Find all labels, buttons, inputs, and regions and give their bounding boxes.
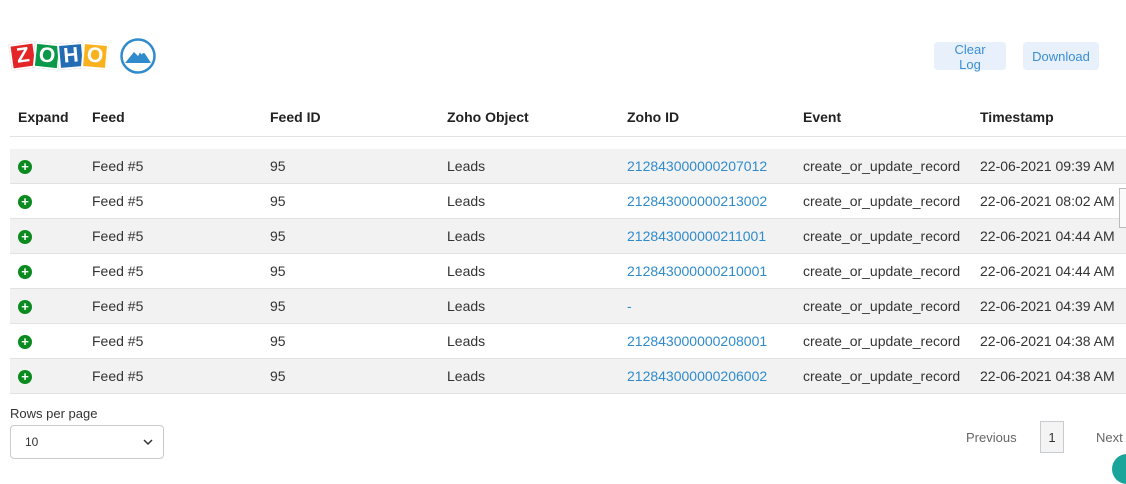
event-cell: create_or_update_record bbox=[803, 183, 980, 219]
previous-button[interactable]: Previous bbox=[966, 430, 1017, 445]
zoho-id-link[interactable]: - bbox=[627, 298, 632, 314]
zoho-id-link[interactable]: 212843000000206002 bbox=[627, 368, 767, 384]
zoho-id-link[interactable]: 212843000000213002 bbox=[627, 193, 767, 209]
plus-circle-icon[interactable]: + bbox=[18, 160, 32, 174]
col-timestamp: Timestamp bbox=[980, 98, 1126, 137]
zoho-id-cell: - bbox=[627, 288, 803, 324]
zoho-id-link[interactable]: 212843000000211001 bbox=[627, 228, 766, 244]
chat-bubble-icon[interactable] bbox=[1112, 454, 1126, 484]
zoho-id-link[interactable]: 212843000000210001 bbox=[627, 263, 767, 279]
next-button[interactable]: Next bbox=[1096, 430, 1123, 445]
table-row: + Feed #5 95 Leads 212843000000211001 cr… bbox=[10, 218, 1126, 254]
feed-cell: Feed #5 bbox=[92, 183, 270, 219]
zoho-logo: Z O H O bbox=[8, 41, 110, 71]
plus-circle-icon[interactable]: + bbox=[18, 195, 32, 209]
col-feed-id: Feed ID bbox=[270, 98, 447, 137]
object-cell: Leads bbox=[447, 288, 627, 324]
col-expand: Expand bbox=[10, 98, 92, 137]
feed-id-cell: 95 bbox=[270, 253, 447, 289]
expand-cell[interactable]: + bbox=[10, 218, 92, 254]
logo-letter-o2: O bbox=[80, 41, 110, 71]
page-1-button[interactable]: 1 bbox=[1040, 421, 1064, 453]
event-cell: create_or_update_record bbox=[803, 218, 980, 254]
expand-cell[interactable]: + bbox=[10, 253, 92, 289]
col-zoho-object: Zoho Object bbox=[447, 98, 627, 137]
object-cell: Leads bbox=[447, 183, 627, 219]
zoho-id-cell: 212843000000208001 bbox=[627, 323, 803, 359]
timestamp-cell: 22-06-2021 08:02 AM bbox=[980, 183, 1126, 219]
table-row: + Feed #5 95 Leads 212843000000208001 cr… bbox=[10, 323, 1126, 359]
chevron-down-icon bbox=[143, 439, 153, 446]
table-row: + Feed #5 95 Leads 212843000000210001 cr… bbox=[10, 253, 1126, 289]
col-feed: Feed bbox=[92, 98, 270, 137]
rows-per-page-select[interactable]: 10 bbox=[10, 425, 164, 459]
plus-circle-icon[interactable]: + bbox=[18, 230, 32, 244]
feed-cell: Feed #5 bbox=[92, 323, 270, 359]
table-header-row: Expand Feed Feed ID Zoho Object Zoho ID … bbox=[10, 98, 1126, 137]
zoho-id-link[interactable]: 212843000000208001 bbox=[627, 333, 767, 349]
timestamp-cell: 22-06-2021 04:44 AM bbox=[980, 218, 1126, 254]
timestamp-cell: 22-06-2021 04:39 AM bbox=[980, 288, 1126, 324]
download-button[interactable]: Download bbox=[1023, 42, 1099, 70]
object-cell: Leads bbox=[447, 218, 627, 254]
col-event: Event bbox=[803, 98, 980, 137]
feed-id-cell: 95 bbox=[270, 323, 447, 359]
object-cell: Leads bbox=[447, 253, 627, 289]
feed-cell: Feed #5 bbox=[92, 358, 270, 394]
feed-id-cell: 95 bbox=[270, 183, 447, 219]
clear-log-button[interactable]: Clear Log bbox=[934, 42, 1006, 72]
object-cell: Leads bbox=[447, 323, 627, 359]
table-row: + Feed #5 95 Leads 212843000000206002 cr… bbox=[10, 358, 1126, 394]
event-cell: create_or_update_record bbox=[803, 149, 980, 184]
table-row: + Feed #5 95 Leads - create_or_update_re… bbox=[10, 288, 1126, 324]
plus-circle-icon[interactable]: + bbox=[18, 265, 32, 279]
object-cell: Leads bbox=[447, 149, 627, 184]
logo-area: Z O H O bbox=[8, 38, 156, 74]
event-cell: create_or_update_record bbox=[803, 323, 980, 359]
plus-circle-icon[interactable]: + bbox=[18, 335, 32, 349]
plus-circle-icon[interactable]: + bbox=[18, 370, 32, 384]
table-spacer bbox=[10, 137, 1126, 150]
feed-cell: Feed #5 bbox=[92, 253, 270, 289]
zoho-id-cell: 212843000000206002 bbox=[627, 358, 803, 394]
expand-cell[interactable]: + bbox=[10, 183, 92, 219]
rows-per-page-label: Rows per page bbox=[10, 406, 98, 421]
zoho-id-cell: 212843000000210001 bbox=[627, 253, 803, 289]
mountain-icon bbox=[120, 38, 156, 74]
feed-id-cell: 95 bbox=[270, 358, 447, 394]
expand-cell[interactable]: + bbox=[10, 323, 92, 359]
feed-id-cell: 95 bbox=[270, 218, 447, 254]
table-row: + Feed #5 95 Leads 212843000000213002 cr… bbox=[10, 183, 1126, 219]
object-cell: Leads bbox=[447, 358, 627, 394]
timestamp-cell: 22-06-2021 04:38 AM bbox=[980, 323, 1126, 359]
feed-id-cell: 95 bbox=[270, 288, 447, 324]
expand-cell[interactable]: + bbox=[10, 358, 92, 394]
log-table: Expand Feed Feed ID Zoho Object Zoho ID … bbox=[10, 98, 1126, 394]
feed-cell: Feed #5 bbox=[92, 218, 270, 254]
col-zoho-id: Zoho ID bbox=[627, 98, 803, 137]
event-cell: create_or_update_record bbox=[803, 288, 980, 324]
plus-circle-icon[interactable]: + bbox=[18, 300, 32, 314]
feed-cell: Feed #5 bbox=[92, 288, 270, 324]
resize-handle[interactable] bbox=[1119, 188, 1126, 228]
zoho-id-link[interactable]: 212843000000207012 bbox=[627, 158, 767, 174]
rows-per-page-value: 10 bbox=[25, 435, 39, 449]
event-cell: create_or_update_record bbox=[803, 358, 980, 394]
timestamp-cell: 22-06-2021 04:44 AM bbox=[980, 253, 1126, 289]
table-row: + Feed #5 95 Leads 212843000000207012 cr… bbox=[10, 149, 1126, 184]
zoho-id-cell: 212843000000213002 bbox=[627, 183, 803, 219]
zoho-id-cell: 212843000000207012 bbox=[627, 149, 803, 184]
event-cell: create_or_update_record bbox=[803, 253, 980, 289]
timestamp-cell: 22-06-2021 04:38 AM bbox=[980, 358, 1126, 394]
feed-cell: Feed #5 bbox=[92, 149, 270, 184]
expand-cell[interactable]: + bbox=[10, 288, 92, 324]
timestamp-cell: 22-06-2021 09:39 AM bbox=[980, 149, 1126, 184]
zoho-id-cell: 212843000000211001 bbox=[627, 218, 803, 254]
expand-cell[interactable]: + bbox=[10, 149, 92, 184]
feed-id-cell: 95 bbox=[270, 149, 447, 184]
